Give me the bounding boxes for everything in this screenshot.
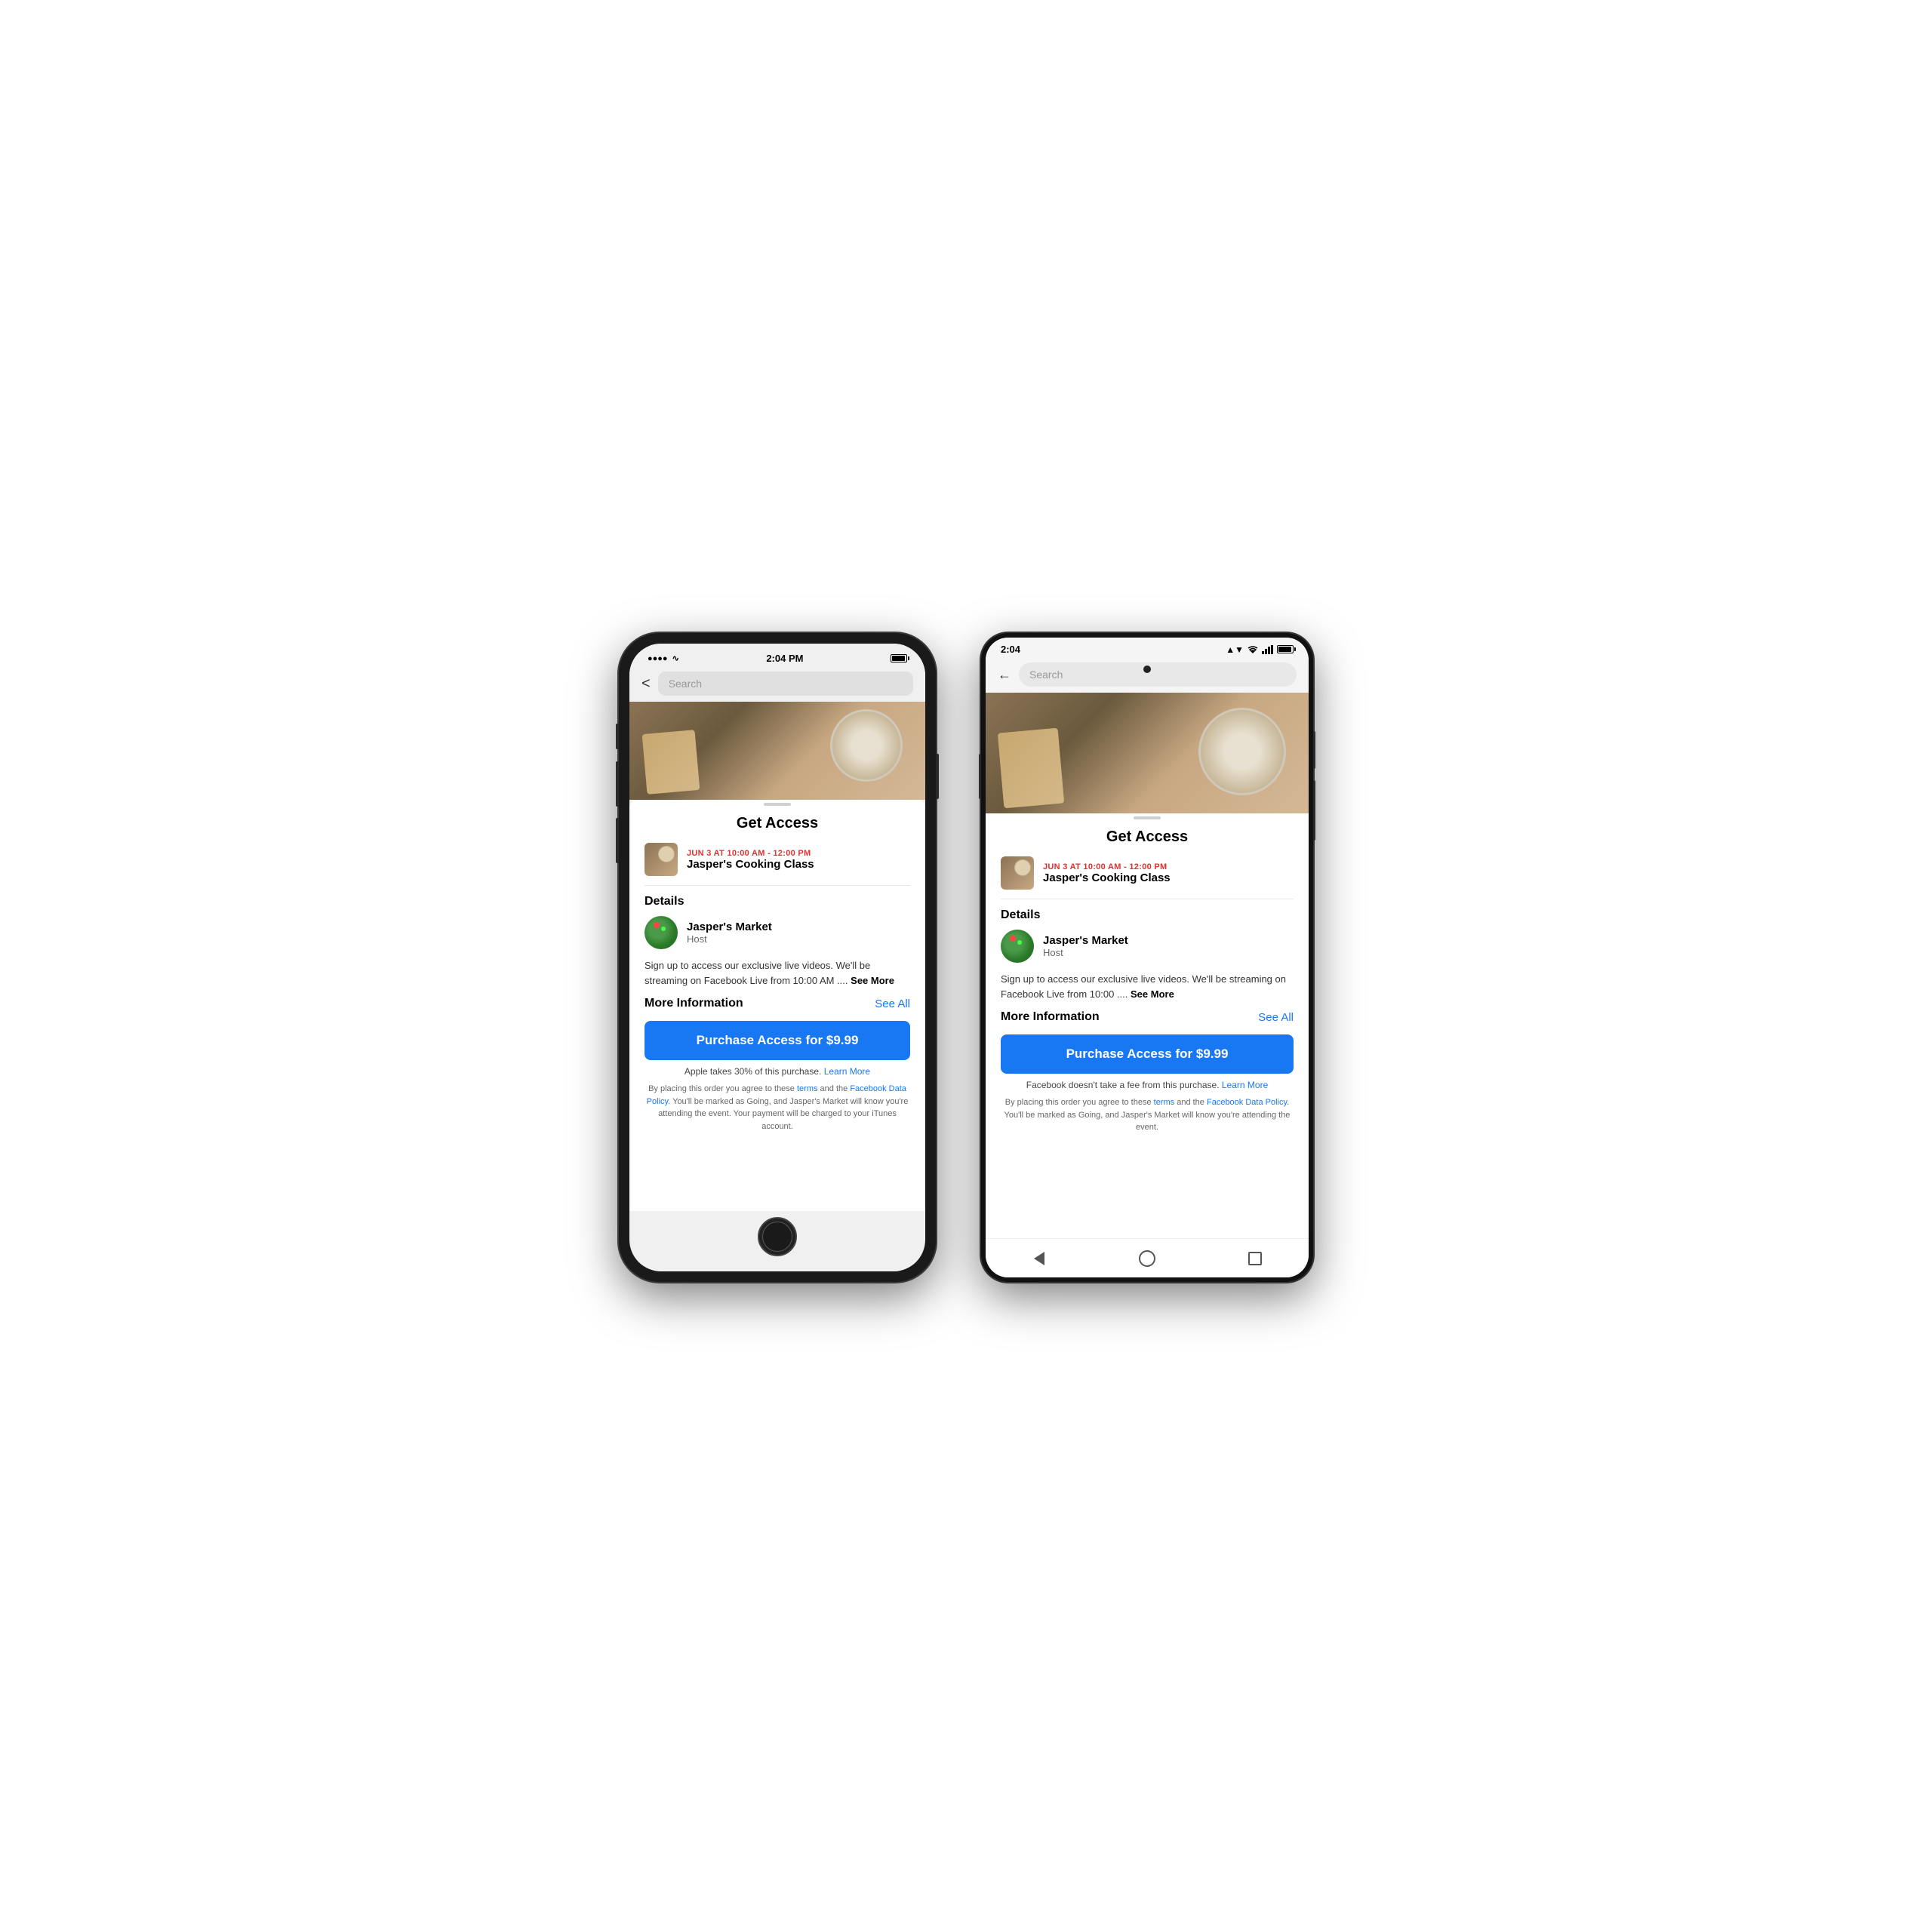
- iphone-side-button-vol-up: [616, 761, 619, 807]
- android-terms-link[interactable]: terms: [1154, 1098, 1175, 1107]
- android-back-triangle-icon: [1034, 1252, 1044, 1265]
- iphone-details-title: Details: [645, 895, 910, 908]
- iphone-status-bar: ●●●● ∿ 2:04 PM: [629, 644, 925, 667]
- iphone-host-info: Jasper's Market Host: [687, 921, 772, 945]
- android-screen: 2:04 ▲▼: [986, 638, 1309, 1277]
- android-status-icons: ▲▼: [1226, 644, 1294, 655]
- android-search-placeholder: Search: [1029, 669, 1063, 681]
- android-home-circle-icon: [1139, 1250, 1155, 1267]
- iphone-home-button[interactable]: [758, 1217, 797, 1256]
- android-event-thumbnail: [1001, 856, 1034, 890]
- iphone-see-more[interactable]: See More: [851, 975, 894, 986]
- iphone-event-date: JUN 3 AT 10:00 AM - 12:00 PM: [687, 849, 814, 858]
- iphone-more-info-row: More Information See All: [645, 997, 910, 1010]
- iphone-battery-icon: [891, 654, 907, 662]
- android-data-policy-link[interactable]: Facebook Data Policy: [1207, 1098, 1287, 1107]
- iphone-host-role: Host: [687, 933, 772, 945]
- android-see-more[interactable]: See More: [1131, 988, 1174, 1000]
- android-nav-recents[interactable]: [1244, 1247, 1266, 1270]
- iphone-sheet: Get Access JUN 3 AT 10:00 AM - 12:00 PM …: [629, 797, 925, 1211]
- iphone-description: Sign up to access our exclusive live vid…: [645, 958, 910, 988]
- iphone-wifi-icon: ∿: [672, 653, 679, 663]
- android-vol-button: [1313, 780, 1315, 841]
- android-power-button: [1313, 731, 1315, 769]
- iphone-device: ●●●● ∿ 2:04 PM < Search: [619, 633, 936, 1282]
- iphone-bottom-area: [629, 1211, 925, 1271]
- android-purchase-button[interactable]: Purchase Access for $9.99: [1001, 1034, 1294, 1074]
- android-terms: By placing this order you agree to these…: [1001, 1096, 1294, 1134]
- iphone-search-placeholder: Search: [669, 678, 702, 690]
- android-back-button[interactable]: ←: [998, 667, 1011, 683]
- iphone-event-name: Jasper's Cooking Class: [687, 858, 814, 871]
- android-host-info: Jasper's Market Host: [1043, 934, 1128, 958]
- iphone-host-name: Jasper's Market: [687, 921, 772, 933]
- iphone-event-row: JUN 3 AT 10:00 AM - 12:00 PM Jasper's Co…: [645, 843, 910, 886]
- iphone-screen: ●●●● ∿ 2:04 PM < Search: [629, 644, 925, 1271]
- android-battery-icon: [1277, 645, 1294, 653]
- iphone-sheet-handle: [764, 803, 791, 806]
- iphone-host-row: Jasper's Market Host: [645, 916, 910, 949]
- iphone-side-button-vol-down: [616, 818, 619, 863]
- iphone-event-thumbnail: [645, 843, 678, 876]
- iphone-back-button[interactable]: <: [641, 675, 651, 693]
- android-event-info: JUN 3 AT 10:00 AM - 12:00 PM Jasper's Co…: [1043, 862, 1171, 884]
- android-see-all[interactable]: See All: [1258, 1011, 1294, 1024]
- android-sheet-title: Get Access: [1001, 828, 1294, 846]
- iphone-side-button-mute: [616, 724, 619, 749]
- page-container: ●●●● ∿ 2:04 PM < Search: [619, 633, 1313, 1282]
- android-signal-icon: [1262, 645, 1274, 654]
- android-wifi-icon: [1247, 645, 1259, 654]
- android-recents-square-icon: [1248, 1252, 1262, 1265]
- android-event-row: JUN 3 AT 10:00 AM - 12:00 PM Jasper's Co…: [1001, 856, 1294, 899]
- android-host-role: Host: [1043, 947, 1128, 958]
- android-host-avatar: [1001, 930, 1034, 963]
- android-left-button: [979, 754, 981, 799]
- android-hero-image: [986, 693, 1309, 813]
- android-more-info-title: More Information: [1001, 1010, 1100, 1024]
- android-host-name: Jasper's Market: [1043, 934, 1128, 947]
- android-description: Sign up to access our exclusive live vid…: [1001, 972, 1294, 1001]
- iphone-host-avatar: [645, 916, 678, 949]
- android-camera: [1143, 665, 1151, 673]
- android-purchase-note: Facebook doesn't take a fee from this pu…: [1001, 1080, 1294, 1090]
- android-time: 2:04: [1001, 644, 1020, 655]
- android-search-bar: ← Search: [986, 658, 1309, 693]
- android-nav-back[interactable]: [1028, 1247, 1051, 1270]
- iphone-time: 2:04 PM: [679, 653, 891, 664]
- android-sheet-content: Get Access JUN 3 AT 10:00 AM - 12:00 PM …: [986, 822, 1309, 1238]
- android-nav-home[interactable]: [1136, 1247, 1158, 1270]
- android-nav-bar: [986, 1238, 1309, 1277]
- iphone-search-bar: < Search: [629, 667, 925, 702]
- android-details-title: Details: [1001, 908, 1294, 922]
- iphone-terms-link[interactable]: terms: [797, 1084, 818, 1093]
- iphone-learn-more[interactable]: Learn More: [824, 1066, 870, 1077]
- iphone-event-info: JUN 3 AT 10:00 AM - 12:00 PM Jasper's Co…: [687, 849, 814, 871]
- iphone-side-button-right: [936, 754, 939, 799]
- iphone-signal-area: ●●●● ∿: [648, 653, 679, 663]
- iphone-battery-area: [891, 654, 907, 662]
- iphone-signal-icon: ●●●●: [648, 654, 668, 663]
- android-event-date: JUN 3 AT 10:00 AM - 12:00 PM: [1043, 862, 1171, 871]
- android-sheet-handle: [1134, 816, 1161, 819]
- android-device: 2:04 ▲▼: [981, 633, 1313, 1282]
- android-data-icon: ▲▼: [1226, 644, 1244, 655]
- android-host-row: Jasper's Market Host: [1001, 930, 1294, 963]
- android-more-info-row: More Information See All: [1001, 1010, 1294, 1024]
- iphone-sheet-content: Get Access JUN 3 AT 10:00 AM - 12:00 PM …: [629, 809, 925, 1211]
- android-sheet: Get Access JUN 3 AT 10:00 AM - 12:00 PM …: [986, 810, 1309, 1238]
- iphone-search-input[interactable]: Search: [658, 672, 913, 696]
- iphone-terms: By placing this order you agree to these…: [645, 1083, 910, 1133]
- iphone-sheet-title: Get Access: [645, 815, 910, 832]
- iphone-hero-image: [629, 702, 925, 800]
- iphone-purchase-button[interactable]: Purchase Access for $9.99: [645, 1021, 910, 1060]
- android-status-bar: 2:04 ▲▼: [986, 638, 1309, 658]
- iphone-more-info-title: More Information: [645, 997, 743, 1010]
- iphone-purchase-note: Apple takes 30% of this purchase. Learn …: [645, 1066, 910, 1077]
- iphone-see-all[interactable]: See All: [875, 997, 910, 1010]
- android-search-input[interactable]: Search: [1019, 662, 1297, 687]
- android-learn-more[interactable]: Learn More: [1222, 1080, 1268, 1090]
- android-event-name: Jasper's Cooking Class: [1043, 871, 1171, 884]
